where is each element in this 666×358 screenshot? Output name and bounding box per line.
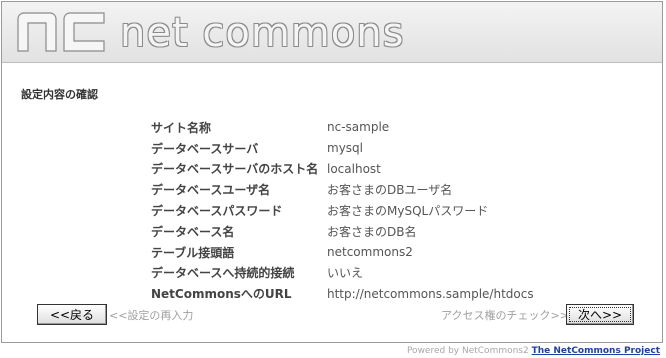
- header-banner: net commons: [2, 2, 662, 63]
- netcommons-logo-icon: [17, 12, 105, 52]
- setting-value: お客さまのDB名: [327, 224, 417, 239]
- setting-value: お客さまのMySQLパスワード: [327, 204, 489, 219]
- setting-value: いいえ: [327, 266, 364, 281]
- settings-row-db-host: データベースサーバのホスト名 localhost: [151, 159, 534, 180]
- next-button[interactable]: 次へ>>: [566, 304, 634, 325]
- settings-row-db-server: データベースサーバ mysql: [151, 138, 534, 159]
- settings-row-db-name: データベース名 お客さまのDB名: [151, 221, 534, 242]
- setting-value: http://netcommons.sample/htdocs: [327, 286, 534, 301]
- settings-summary: サイト名称 nc-sample データベースサーバ mysql データベースサー…: [151, 117, 534, 304]
- setting-value: mysql: [327, 141, 363, 156]
- setting-label: データベースへ持続的接続: [151, 266, 295, 281]
- setting-value: netcommons2: [327, 245, 413, 260]
- next-hint: アクセス権のチェック>>: [441, 309, 569, 322]
- settings-row-db-password: データベースパスワード お客さまのMySQLパスワード: [151, 200, 534, 221]
- setting-label: データベースパスワード: [151, 204, 283, 219]
- setting-label: テーブル接頭語: [151, 245, 235, 260]
- footer: Powered by NetCommons2 The NetCommons Pr…: [407, 346, 660, 356]
- setting-value: お客さまのDBユーザ名: [327, 183, 453, 198]
- back-button[interactable]: <<戻る: [37, 304, 107, 325]
- logo-text: net commons: [120, 10, 405, 56]
- settings-row-db-user: データベースユーザ名 お客さまのDBユーザ名: [151, 179, 534, 200]
- page-title: 設定内容の確認: [21, 88, 98, 101]
- setting-label: データベースサーバのホスト名: [151, 162, 319, 177]
- back-hint: <<設定の再入力: [109, 309, 194, 322]
- setting-value: nc-sample: [327, 120, 390, 135]
- settings-row-table-prefix: テーブル接頭語 netcommons2: [151, 242, 534, 263]
- setting-label: NetCommonsへのURL: [151, 287, 292, 302]
- settings-row-persistent-connection: データベースへ持続的接続 いいえ: [151, 263, 534, 284]
- installer-window: net commons 設定内容の確認 サイト名称 nc-sample データベ…: [1, 1, 663, 343]
- setting-label: データベースサーバ: [151, 141, 259, 156]
- setting-label: データベースユーザ名: [151, 183, 271, 198]
- netcommons-project-link[interactable]: The NetCommons Project: [532, 346, 660, 356]
- settings-row-url: NetCommonsへのURL http://netcommons.sample…: [151, 283, 534, 304]
- powered-by-text: Powered by NetCommons2: [406, 346, 529, 356]
- settings-row-site-name: サイト名称 nc-sample: [151, 117, 534, 138]
- setting-label: データベース名: [151, 224, 235, 239]
- setting-value: localhost: [327, 161, 381, 176]
- setting-label: サイト名称: [151, 120, 212, 135]
